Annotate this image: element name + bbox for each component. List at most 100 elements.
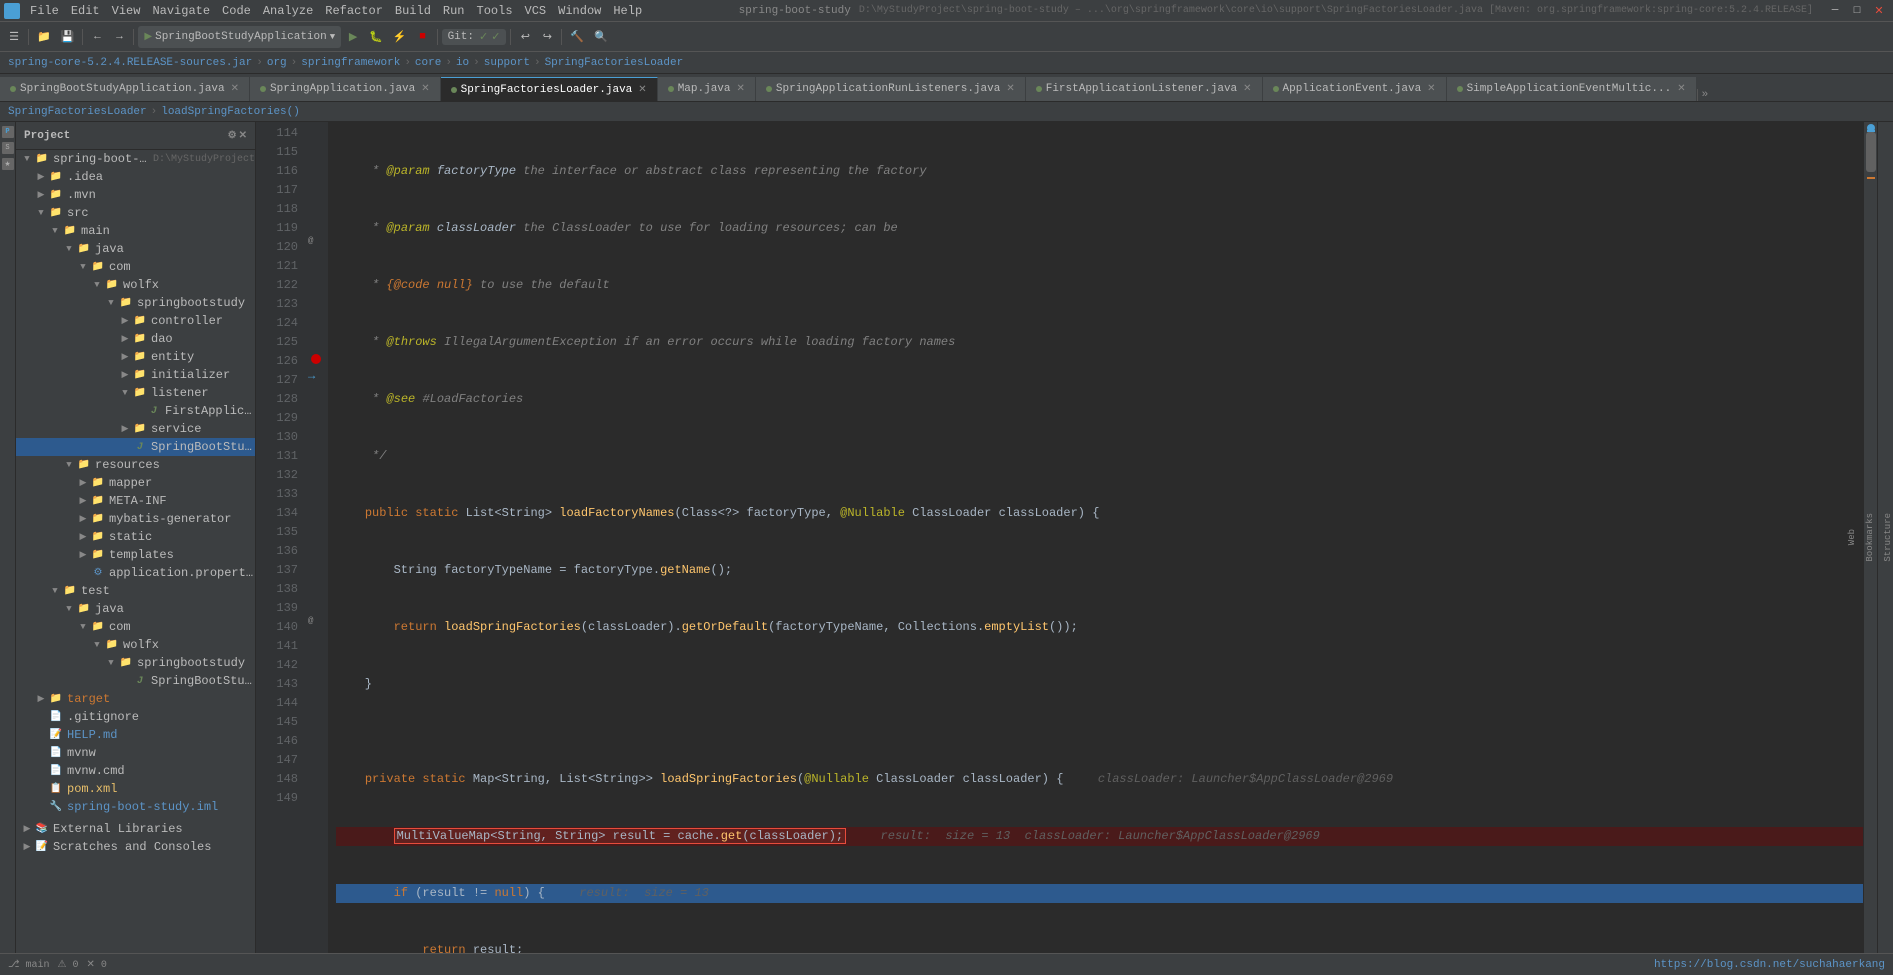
- tree-item-entity[interactable]: ▶ 📁 entity: [16, 348, 255, 366]
- menu-vcs[interactable]: VCS: [519, 0, 553, 21]
- sidebar-close-icon[interactable]: ✕: [239, 130, 247, 142]
- tree-item-com-test[interactable]: ▼ 📁 com: [16, 618, 255, 636]
- tree-item-com-main[interactable]: ▼ 📁 com: [16, 258, 255, 276]
- toolbar-forward-btn[interactable]: →: [109, 26, 129, 48]
- expand-arrow-root[interactable]: ▼: [20, 154, 34, 164]
- breadcrumb-classname[interactable]: SpringFactoriesLoader: [545, 57, 684, 69]
- toolbar-build-btn[interactable]: 🔨: [566, 26, 588, 48]
- activity-project[interactable]: P: [2, 126, 14, 138]
- breadcrumb-support[interactable]: support: [484, 57, 530, 69]
- tree-item-controller[interactable]: ▶ 📁 controller: [16, 312, 255, 330]
- tree-item-appprops[interactable]: ⚙ application.properties: [16, 564, 255, 582]
- tree-item-iml[interactable]: 🔧 spring-boot-study.iml: [16, 798, 255, 816]
- git-btn[interactable]: Git: ✓ ✓: [442, 29, 507, 45]
- tree-item-dao[interactable]: ▶ 📁 dao: [16, 330, 255, 348]
- expand-arrow-initializer[interactable]: ▶: [118, 370, 132, 380]
- tree-item-main[interactable]: ▼ 📁 main: [16, 222, 255, 240]
- tree-item-resources[interactable]: ▼ 📁 resources: [16, 456, 255, 474]
- code-editor[interactable]: * @param factoryType the interface or ab…: [328, 122, 1863, 953]
- tab-springapplication[interactable]: SpringApplication.java ✕: [250, 77, 441, 101]
- tab-close-springapprunlisteners[interactable]: ✕: [1006, 83, 1014, 95]
- toolbar-open-btn[interactable]: 📁: [33, 26, 55, 48]
- activity-favorites[interactable]: ★: [2, 158, 14, 170]
- menu-window[interactable]: Window: [552, 0, 607, 21]
- maximize-btn[interactable]: □: [1847, 0, 1867, 22]
- tree-item-metainf[interactable]: ▶ 📁 META-INF: [16, 492, 255, 510]
- breadcrumb-springframework[interactable]: springframework: [301, 57, 400, 69]
- right-tab-web[interactable]: Web: [1847, 529, 1857, 545]
- tab-applicationevent[interactable]: ApplicationEvent.java ✕: [1263, 77, 1447, 101]
- code-container[interactable]: 114 115 116 117 118 119 120 121 122 123 …: [256, 122, 1877, 953]
- expand-arrow-dao[interactable]: ▶: [118, 334, 132, 344]
- menu-run[interactable]: Run: [437, 0, 471, 21]
- tree-item-springbootstudyapp[interactable]: J SpringBootStudyApplication: [16, 438, 255, 456]
- tree-item-firstapp[interactable]: J FirstApplicationListener: [16, 402, 255, 420]
- coverage-btn[interactable]: ⚡: [389, 26, 411, 48]
- tab-springapprunlisteners[interactable]: SpringApplicationRunListeners.java ✕: [756, 77, 1026, 101]
- tree-item-idea[interactable]: ▶ 📁 .idea: [16, 168, 255, 186]
- tab-close-springbootstudyapp[interactable]: ✕: [231, 83, 239, 95]
- tree-item-external-libs[interactable]: ▶ 📚 External Libraries: [16, 820, 255, 838]
- close-btn[interactable]: ✕: [1869, 0, 1889, 22]
- tree-item-wolfx-test[interactable]: ▼ 📁 wolfx: [16, 636, 255, 654]
- tree-item-mvnwcmd[interactable]: 📄 mvnw.cmd: [16, 762, 255, 780]
- tab-close-applicationevent[interactable]: ✕: [1427, 83, 1435, 95]
- expand-arrow-mapper[interactable]: ▶: [76, 478, 90, 488]
- expand-arrow-metainf[interactable]: ▶: [76, 496, 90, 506]
- expand-arrow-com-main[interactable]: ▼: [76, 262, 90, 272]
- tab-springfactoriesloader[interactable]: SpringFactoriesLoader.java ✕: [441, 77, 658, 101]
- tree-item-test[interactable]: ▼ 📁 test: [16, 582, 255, 600]
- tree-item-service[interactable]: ▶ 📁 service: [16, 420, 255, 438]
- expand-arrow-controller[interactable]: ▶: [118, 316, 132, 326]
- expand-arrow-templates[interactable]: ▶: [76, 550, 90, 560]
- expand-arrow-external-libs[interactable]: ▶: [20, 824, 34, 834]
- minimize-btn[interactable]: ─: [1825, 0, 1845, 22]
- menu-analyze[interactable]: Analyze: [257, 0, 319, 21]
- status-git-branch[interactable]: ⎇ main: [8, 959, 50, 971]
- toolbar-save-btn[interactable]: 💾: [57, 26, 79, 48]
- menu-build[interactable]: Build: [389, 0, 437, 21]
- tab-springbootstudyapp[interactable]: SpringBootStudyApplication.java ✕: [0, 77, 250, 101]
- menu-navigate[interactable]: Navigate: [146, 0, 216, 21]
- menu-file[interactable]: File: [24, 0, 65, 21]
- expand-arrow-static[interactable]: ▶: [76, 532, 90, 542]
- menu-refactor[interactable]: Refactor: [319, 0, 389, 21]
- expand-arrow-test[interactable]: ▼: [48, 586, 62, 596]
- tree-item-java-main[interactable]: ▼ 📁 java: [16, 240, 255, 258]
- toolbar-redo-btn[interactable]: ↪: [537, 26, 557, 48]
- tree-item-gitignore[interactable]: 📄 .gitignore: [16, 708, 255, 726]
- tree-item-java-test[interactable]: ▼ 📁 java: [16, 600, 255, 618]
- tree-item-wolfx[interactable]: ▼ 📁 wolfx: [16, 276, 255, 294]
- expand-arrow-entity[interactable]: ▶: [118, 352, 132, 362]
- tree-item-springbootstudy-test[interactable]: ▼ 📁 springbootstudy: [16, 654, 255, 672]
- tree-item-springbootstudy[interactable]: ▼ 📁 springbootstudy: [16, 294, 255, 312]
- menu-view[interactable]: View: [106, 0, 147, 21]
- tree-item-springbootstudy-testfile[interactable]: J SpringBootStudy...: [16, 672, 255, 690]
- expand-arrow-mybatisgenerator[interactable]: ▶: [76, 514, 90, 524]
- tree-item-templates[interactable]: ▶ 📁 templates: [16, 546, 255, 564]
- tab-simpleappeventmultic[interactable]: SimpleApplicationEventMultic... ✕: [1447, 77, 1697, 101]
- tree-item-spring-boot-study[interactable]: ▼ 📁 spring-boot-study D:\MyStudyProject: [16, 150, 255, 168]
- tree-item-static[interactable]: ▶ 📁 static: [16, 528, 255, 546]
- method-breadcrumb-class[interactable]: SpringFactoriesLoader: [8, 106, 147, 118]
- breadcrumb-org[interactable]: org: [267, 57, 287, 69]
- sidebar-settings-icon[interactable]: ⚙: [228, 130, 237, 142]
- expand-arrow-springbootstudy-test[interactable]: ▼: [104, 658, 118, 668]
- expand-arrow-springbootstudy[interactable]: ▼: [104, 298, 118, 308]
- right-tab-bookmarks[interactable]: Bookmarks: [1865, 513, 1875, 562]
- tab-firstapplistener[interactable]: FirstApplicationListener.java ✕: [1026, 77, 1263, 101]
- expand-arrow-idea[interactable]: ▶: [34, 172, 48, 182]
- expand-arrow-src[interactable]: ▼: [34, 208, 48, 218]
- run-btn[interactable]: ▶: [343, 26, 363, 48]
- tree-item-helpmd[interactable]: 📝 HELP.md: [16, 726, 255, 744]
- tree-item-initializer[interactable]: ▶ 📁 initializer: [16, 366, 255, 384]
- menu-help[interactable]: Help: [607, 0, 648, 21]
- tree-item-listener[interactable]: ▼ 📁 listener: [16, 384, 255, 402]
- expand-arrow-wolfx-test[interactable]: ▼: [90, 640, 104, 650]
- tab-close-firstapplistener[interactable]: ✕: [1243, 83, 1251, 95]
- menu-code[interactable]: Code: [216, 0, 257, 21]
- tree-item-mybatisgenerator[interactable]: ▶ 📁 mybatis-generator: [16, 510, 255, 528]
- tab-close-map[interactable]: ✕: [737, 83, 745, 95]
- expand-arrow-resources[interactable]: ▼: [62, 460, 76, 470]
- breadcrumb-jar[interactable]: spring-core-5.2.4.RELEASE-sources.jar: [8, 57, 252, 69]
